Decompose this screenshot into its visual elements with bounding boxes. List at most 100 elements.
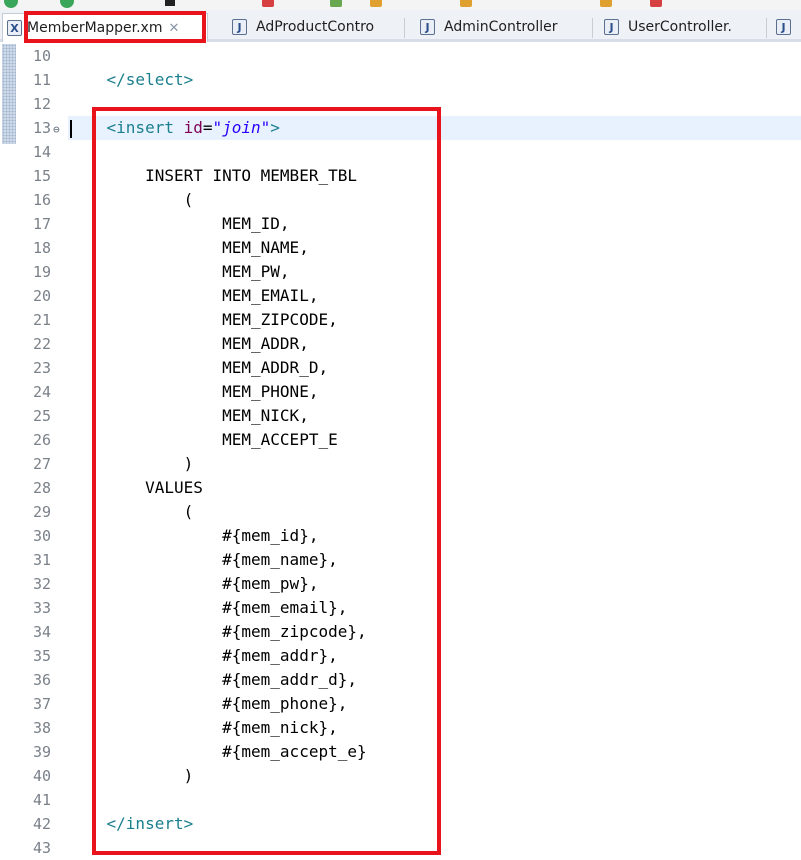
line-number-text: 20 xyxy=(33,287,52,305)
line-number: 34 xyxy=(20,620,68,644)
line-number: 14 xyxy=(20,140,68,164)
tab-divider xyxy=(592,18,593,38)
line-number-text: 39 xyxy=(33,743,52,761)
line-number-text: 41 xyxy=(33,791,52,809)
line-number: 17 xyxy=(20,212,68,236)
line-number-text: 17 xyxy=(33,215,52,233)
line-number: 32 xyxy=(20,572,68,596)
tab-usercontroller[interactable]: J UserController. xyxy=(604,13,764,41)
code-line[interactable] xyxy=(68,44,801,68)
line-number: 31 xyxy=(20,548,68,572)
run-icon[interactable] xyxy=(4,0,18,8)
tab-label: AdminController xyxy=(444,19,558,35)
java-file-icon: J xyxy=(232,19,247,35)
fold-collapse-icon[interactable]: ⊖ xyxy=(53,118,60,142)
line-number: 39 xyxy=(20,740,68,764)
tab-admincontroller[interactable]: J AdminController xyxy=(420,13,590,41)
line-number-text: 16 xyxy=(33,191,52,209)
insert-block-highlight-box xyxy=(92,107,441,855)
tool-icon[interactable] xyxy=(262,0,274,7)
overview-ruler[interactable] xyxy=(0,42,20,855)
line-number: 15 xyxy=(20,164,68,188)
ruler-marker xyxy=(2,44,16,144)
line-number: 38 xyxy=(20,716,68,740)
tab-divider xyxy=(404,18,405,38)
line-number-text: 12 xyxy=(33,95,52,113)
line-number: 41 xyxy=(20,788,68,812)
tool-icon[interactable] xyxy=(370,0,382,7)
line-number-text: 11 xyxy=(33,71,52,89)
line-number-text: 15 xyxy=(33,167,52,185)
line-number: 13 ⊖ xyxy=(20,116,68,140)
line-number: 11 xyxy=(20,68,68,92)
line-number-text: 21 xyxy=(33,311,52,329)
line-number-text: 14 xyxy=(33,143,52,161)
line-number: 42 xyxy=(20,812,68,836)
code-token: </select> xyxy=(106,70,194,89)
java-file-icon: J xyxy=(776,19,791,35)
line-number-text: 27 xyxy=(33,455,52,473)
java-file-icon: J xyxy=(604,19,619,35)
line-number-text: 38 xyxy=(33,719,52,737)
line-number-text: 33 xyxy=(33,599,52,617)
line-number-text: 19 xyxy=(33,263,52,281)
xml-file-icon: X xyxy=(7,20,22,36)
line-number: 43 xyxy=(20,836,68,860)
line-number: 18 xyxy=(20,236,68,260)
line-number-text: 25 xyxy=(33,407,52,425)
line-number-gutter: 10 11 12 13 ⊖ 14 15 16 17 18 19 20 21 22 23 24 25 26 27 28 2… xyxy=(20,42,68,857)
line-number-text: 34 xyxy=(33,623,52,641)
tool-icon[interactable] xyxy=(600,0,612,7)
line-number: 37 xyxy=(20,692,68,716)
tab-overflow[interactable]: J xyxy=(776,13,801,41)
line-number-text: 30 xyxy=(33,527,52,545)
tool-icon[interactable] xyxy=(460,0,472,7)
debug-icon[interactable] xyxy=(60,0,74,8)
line-number: 27 xyxy=(20,452,68,476)
line-number-text: 37 xyxy=(33,695,52,713)
line-number: 29 xyxy=(20,500,68,524)
tool-icon[interactable] xyxy=(330,0,342,7)
line-number-text: 18 xyxy=(33,239,52,257)
line-number-text: 28 xyxy=(33,479,52,497)
line-number: 28 xyxy=(20,476,68,500)
line-number: 25 xyxy=(20,404,68,428)
line-number: 19 xyxy=(20,260,68,284)
line-number-text: 26 xyxy=(33,431,52,449)
line-number-text: 13 xyxy=(33,119,52,137)
line-number-text: 29 xyxy=(33,503,52,521)
line-number-text: 10 xyxy=(33,47,52,65)
java-file-icon: J xyxy=(420,19,435,35)
line-number: 12 xyxy=(20,92,68,116)
line-number: 33 xyxy=(20,596,68,620)
line-number: 30 xyxy=(20,524,68,548)
line-number: 26 xyxy=(20,428,68,452)
line-number-text: 32 xyxy=(33,575,52,593)
line-number: 23 xyxy=(20,356,68,380)
line-number-text: 35 xyxy=(33,647,52,665)
line-number-text: 24 xyxy=(33,383,52,401)
tab-highlight-box xyxy=(24,11,206,43)
line-number: 16 xyxy=(20,188,68,212)
line-number-text: 23 xyxy=(33,359,52,377)
tab-adproductcontroller[interactable]: J AdProductContro xyxy=(232,13,402,41)
line-number: 36 xyxy=(20,668,68,692)
tab-label: AdProductContro xyxy=(256,19,375,35)
line-number-text: 22 xyxy=(33,335,52,353)
line-number-text: 40 xyxy=(33,767,52,785)
line-number: 21 xyxy=(20,308,68,332)
toolbar xyxy=(0,0,801,10)
tab-label: UserController. xyxy=(628,19,732,35)
tool-icon[interactable] xyxy=(650,0,662,7)
stop-icon[interactable] xyxy=(165,0,175,6)
line-number-text: 43 xyxy=(33,839,52,857)
line-number-text: 31 xyxy=(33,551,52,569)
text-caret xyxy=(70,120,72,138)
line-number: 35 xyxy=(20,644,68,668)
code-line[interactable]: </select> xyxy=(68,68,801,92)
line-number: 10 xyxy=(20,44,68,68)
line-number: 20 xyxy=(20,284,68,308)
tab-divider xyxy=(766,18,767,38)
line-number: 24 xyxy=(20,380,68,404)
